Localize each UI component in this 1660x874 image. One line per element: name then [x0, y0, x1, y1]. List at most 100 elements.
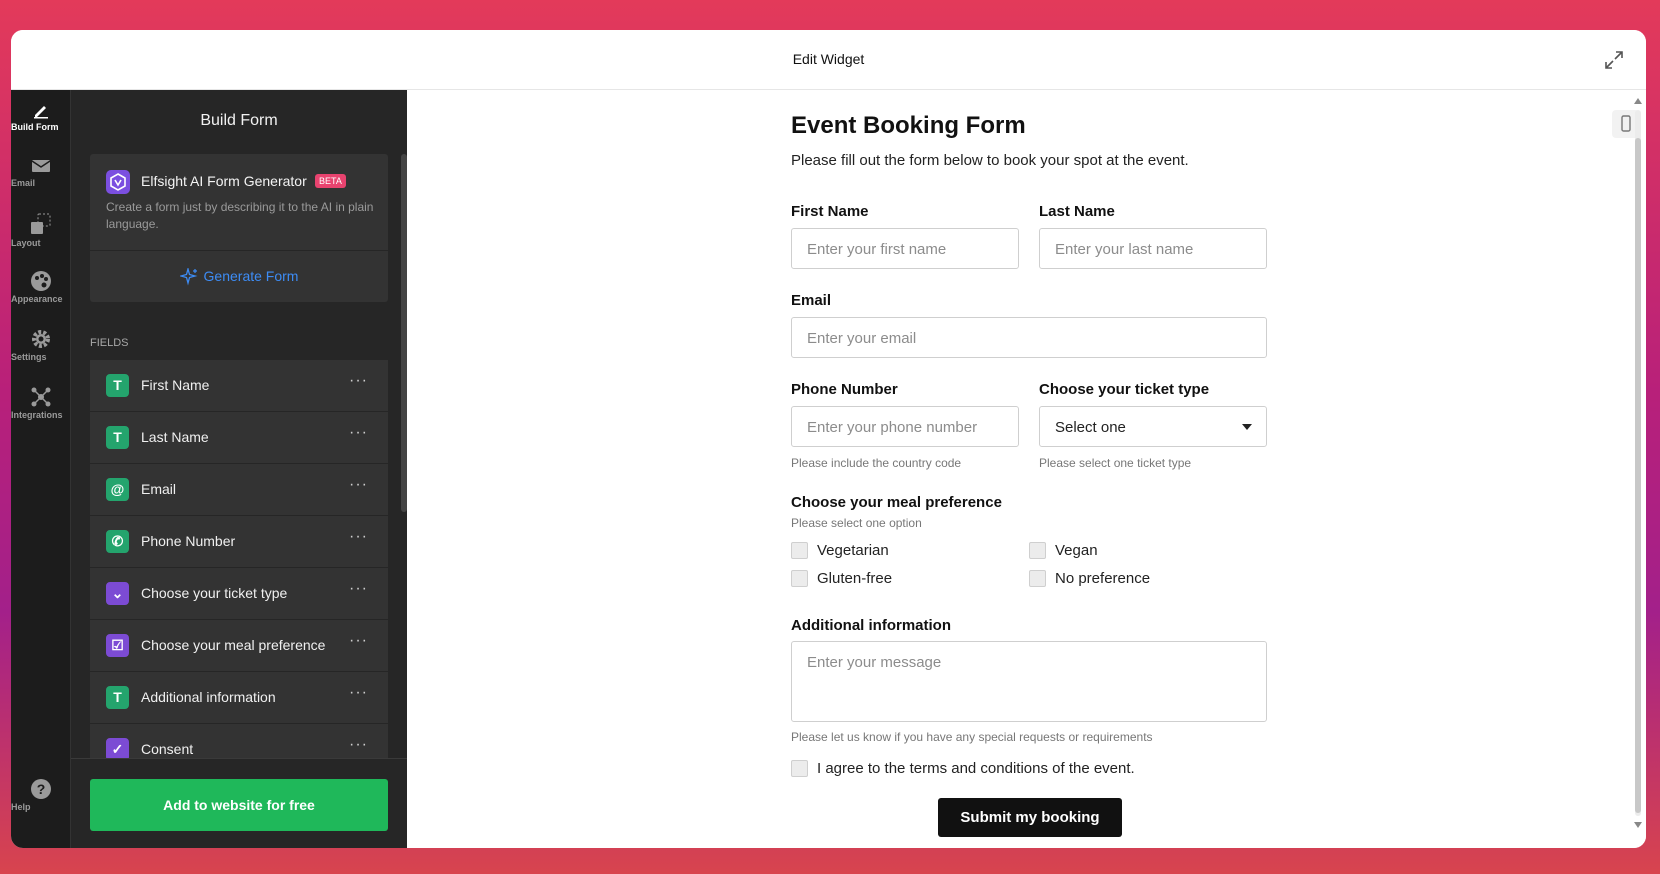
at-sign-icon: @: [106, 478, 129, 501]
layout-icon: [31, 213, 51, 234]
window-title: Edit Widget: [792, 51, 865, 67]
additional-info-help-text: Please let us know if you have any speci…: [791, 730, 1153, 744]
field-name: Phone Number: [141, 533, 236, 549]
email-input[interactable]: Enter your email: [791, 317, 1267, 358]
additional-info-textarea[interactable]: Enter your message: [791, 641, 1267, 722]
rail-item-layout[interactable]: Layout: [11, 212, 71, 262]
rail-item-integrations[interactable]: Integrations: [11, 386, 71, 436]
text-field-icon: T: [106, 426, 129, 449]
panel-footer: Add to website for free: [71, 758, 407, 848]
more-options-icon[interactable]: ···: [349, 580, 368, 598]
editor-window: Edit Widget Build Form Email Layout Appe…: [11, 30, 1646, 848]
vegan-checkbox[interactable]: [1029, 542, 1046, 559]
ai-generator-card: Elfsight AI Form Generator BETA Create a…: [90, 154, 388, 302]
email-label: Email: [791, 292, 832, 309]
rail-label: Layout: [11, 238, 41, 248]
rail-label: Build Form: [11, 122, 59, 132]
meal-preference-label: Choose your meal preference: [791, 494, 1002, 511]
elfsight-ai-logo-icon: [106, 170, 130, 194]
consent-checkbox[interactable]: [791, 760, 808, 777]
rail-item-build-form[interactable]: Build Form: [11, 100, 71, 150]
fields-section-label: FIELDS: [90, 337, 129, 349]
ai-generator-description: Create a form just by describing it to t…: [106, 200, 374, 231]
scroll-thumb[interactable]: [1635, 138, 1641, 813]
dropdown-field-icon: ⌄: [106, 582, 129, 605]
expand-icon[interactable]: [1602, 48, 1626, 72]
form-title: Event Booking Form: [791, 112, 1026, 139]
field-name: Email: [141, 481, 177, 497]
field-item-phone-number[interactable]: ✆ Phone Number ···: [90, 516, 388, 568]
generate-form-button[interactable]: Generate Form: [90, 251, 388, 302]
question-icon: ?: [31, 779, 51, 799]
ticket-type-help-text: Please select one ticket type: [1039, 456, 1192, 470]
first-name-label: First Name: [791, 203, 869, 220]
more-options-icon[interactable]: ···: [349, 632, 368, 650]
gluten-free-checkbox[interactable]: [791, 570, 808, 587]
ticket-type-value: Select one: [1055, 419, 1126, 436]
ticket-type-select[interactable]: Select one: [1039, 406, 1267, 447]
rail-item-help[interactable]: ? Help: [11, 778, 71, 828]
field-name: Last Name: [141, 429, 209, 445]
add-to-website-button[interactable]: Add to website for free: [90, 779, 388, 831]
first-name-input[interactable]: Enter your first name: [791, 228, 1019, 269]
submit-booking-button[interactable]: Submit my booking: [938, 798, 1122, 837]
field-item-last-name[interactable]: T Last Name ···: [90, 412, 388, 464]
meal-preference-help-text: Please select one option: [791, 516, 922, 530]
additional-info-label: Additional information: [791, 617, 951, 634]
svg-text:?: ?: [37, 781, 46, 797]
rail-item-appearance[interactable]: Appearance: [11, 270, 71, 320]
phone-help-text: Please include the country code: [791, 456, 962, 470]
caret-down-icon: [1242, 424, 1252, 430]
generate-form-label: Generate Form: [203, 268, 299, 284]
rail-item-settings[interactable]: Settings: [11, 328, 71, 378]
gluten-free-label: Gluten-free: [817, 570, 893, 587]
ai-generator-name: Elfsight AI Form Generator: [141, 173, 307, 189]
field-item-meal-preference[interactable]: ☑ Choose your meal preference ···: [90, 620, 388, 672]
more-options-icon[interactable]: ···: [349, 424, 368, 442]
textarea-field-icon: T: [106, 686, 129, 709]
panel-title: Build Form: [200, 112, 278, 129]
form-preview: Event Booking Form Please fill out the f…: [407, 90, 1646, 848]
integrations-icon: [31, 387, 51, 407]
top-bar: Edit Widget: [11, 30, 1646, 90]
field-item-email[interactable]: @ Email ···: [90, 464, 388, 516]
rail-label: Settings: [11, 352, 47, 362]
last-name-label: Last Name: [1039, 203, 1115, 220]
field-name: First Name: [141, 377, 210, 393]
rail-item-email[interactable]: Email: [11, 156, 71, 206]
palette-icon: [31, 271, 51, 291]
preview-scrollbar[interactable]: [1634, 98, 1642, 828]
field-name: Choose your ticket type: [141, 585, 288, 601]
ticket-type-label: Choose your ticket type: [1039, 381, 1210, 398]
more-options-icon[interactable]: ···: [349, 528, 368, 546]
pencil-icon: [34, 106, 48, 119]
build-form-panel: Build Form Elfsight AI Form Generator BE…: [71, 90, 407, 848]
field-item-first-name[interactable]: T First Name ···: [90, 360, 388, 412]
beta-badge: BETA: [315, 174, 346, 188]
phone-input[interactable]: Enter your phone number: [791, 406, 1019, 447]
no-preference-checkbox[interactable]: [1029, 570, 1046, 587]
more-options-icon[interactable]: ···: [349, 736, 368, 754]
phone-icon: ✆: [106, 530, 129, 553]
field-name: Choose your meal preference: [141, 637, 326, 653]
more-options-icon[interactable]: ···: [349, 684, 368, 702]
field-item-additional-information[interactable]: T Additional information ···: [90, 672, 388, 724]
vegetarian-checkbox[interactable]: [791, 542, 808, 559]
more-options-icon[interactable]: ···: [349, 476, 368, 494]
field-name: Additional information: [141, 689, 276, 705]
consent-label: I agree to the terms and conditions of t…: [817, 760, 1135, 777]
more-options-icon[interactable]: ···: [349, 372, 368, 390]
vegan-label: Vegan: [1055, 542, 1098, 559]
gear-icon: [32, 330, 50, 348]
field-item-ticket-type[interactable]: ⌄ Choose your ticket type ···: [90, 568, 388, 620]
checkbox-field-icon: ☑: [106, 634, 129, 657]
phone-label: Phone Number: [791, 381, 898, 398]
form-subtitle: Please fill out the form below to book y…: [791, 152, 1189, 169]
rail-label: Integrations: [11, 410, 63, 420]
icon-rail: Build Form Email Layout Appearance Setti…: [11, 90, 71, 848]
rail-label: Email: [11, 178, 36, 188]
no-preference-label: No preference: [1055, 570, 1151, 587]
last-name-input[interactable]: Enter your last name: [1039, 228, 1267, 269]
text-field-icon: T: [106, 374, 129, 397]
sparkle-icon: [178, 266, 198, 286]
